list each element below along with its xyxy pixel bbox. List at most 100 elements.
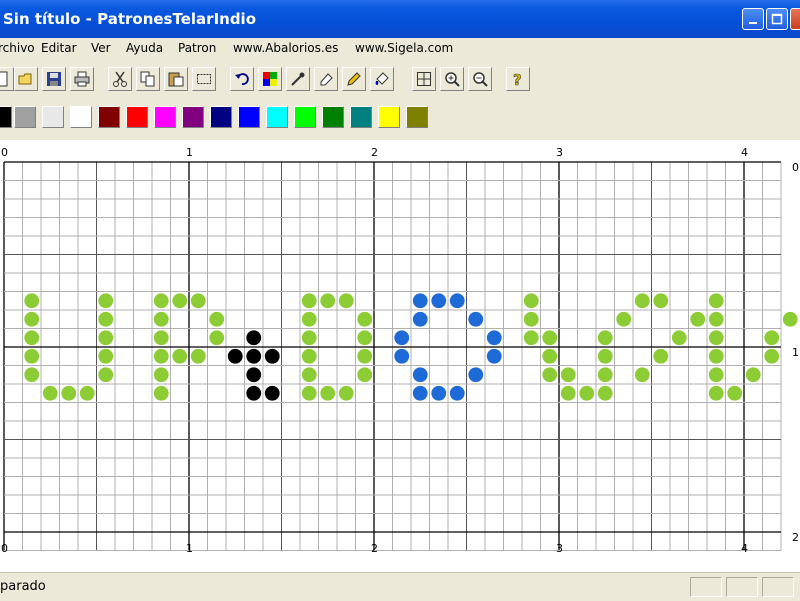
bead — [98, 367, 114, 383]
swatch-2[interactable] — [42, 106, 64, 128]
swatch-11[interactable] — [294, 106, 316, 128]
ruler-bottom-label: 1 — [186, 542, 193, 555]
bead — [597, 385, 613, 401]
toolbar: ? — [0, 60, 545, 98]
swatch-9[interactable] — [238, 106, 260, 128]
ruler-top-label: 3 — [556, 146, 563, 159]
swatch-12[interactable] — [322, 106, 344, 128]
bead — [98, 293, 114, 309]
bead — [153, 385, 169, 401]
bead — [320, 385, 336, 401]
bead — [357, 348, 373, 364]
bead — [24, 348, 40, 364]
bead — [412, 293, 428, 309]
bead — [24, 311, 40, 327]
menu-archivo[interactable]: rchivo — [0, 41, 35, 55]
bead — [153, 330, 169, 346]
color-picker-icon — [263, 72, 277, 86]
ruler-right-label: 2 — [792, 531, 799, 544]
menu-patron[interactable]: Patron — [178, 41, 216, 55]
bead — [246, 385, 262, 401]
menu-abalorios-link[interactable]: www.Abalorios.es — [233, 41, 338, 55]
bead — [468, 367, 484, 383]
eyedropper-button[interactable] — [286, 67, 310, 91]
bead — [542, 348, 558, 364]
save-button[interactable] — [42, 67, 66, 91]
bead — [764, 348, 780, 364]
status-panel-1 — [690, 577, 722, 597]
minimize-button[interactable] — [742, 8, 764, 30]
bead — [79, 385, 95, 401]
swatch-10[interactable] — [266, 106, 288, 128]
swatch-4[interactable] — [98, 106, 120, 128]
swatch-5[interactable] — [126, 106, 148, 128]
bead — [98, 311, 114, 327]
bead — [301, 293, 317, 309]
bead — [301, 311, 317, 327]
select-button[interactable] — [192, 67, 216, 91]
open-icon — [18, 73, 32, 85]
zoom-out-button[interactable] — [468, 67, 492, 91]
bead-grid[interactable]: 0 1 2 3 4 0 1 2 3 4 0 1 2 — [0, 140, 800, 572]
eyedropper-icon — [291, 72, 305, 86]
bead — [560, 367, 576, 383]
copy-button[interactable] — [136, 67, 160, 91]
bead — [24, 367, 40, 383]
help-button[interactable]: ? — [506, 67, 530, 91]
swatch-8[interactable] — [210, 106, 232, 128]
bead — [449, 385, 465, 401]
undo-icon — [235, 73, 249, 85]
bead — [153, 348, 169, 364]
new-button[interactable] — [0, 67, 14, 91]
bead — [597, 348, 613, 364]
bead — [523, 330, 539, 346]
ruler-bottom-label: 0 — [1, 542, 8, 555]
pattern-canvas[interactable]: 0 1 2 3 4 0 1 2 3 4 0 1 2 — [0, 140, 800, 572]
open-button[interactable] — [14, 67, 38, 91]
status-bar: parado — [0, 572, 800, 601]
close-button[interactable] — [790, 8, 800, 30]
bead — [653, 348, 669, 364]
zoom-in-button[interactable] — [440, 67, 464, 91]
color-picker-button[interactable] — [258, 67, 282, 91]
bead — [708, 311, 724, 327]
bead — [708, 330, 724, 346]
bead — [431, 293, 447, 309]
bead — [98, 330, 114, 346]
undo-button[interactable] — [230, 67, 254, 91]
swatch-14[interactable] — [378, 106, 400, 128]
bead — [153, 311, 169, 327]
bead — [357, 311, 373, 327]
swatch-0[interactable] — [0, 106, 12, 128]
cut-button[interactable] — [108, 67, 132, 91]
menu-ver[interactable]: Ver — [91, 41, 111, 55]
swatch-6[interactable] — [154, 106, 176, 128]
paste-button[interactable] — [164, 67, 188, 91]
bead — [301, 330, 317, 346]
ruler-bottom-label: 3 — [556, 542, 563, 555]
swatch-3[interactable] — [70, 106, 92, 128]
bead — [246, 348, 262, 364]
menu-ayuda[interactable]: Ayuda — [126, 41, 163, 55]
fill-button[interactable] — [370, 67, 394, 91]
menu-sigela-link[interactable]: www.Sigela.com — [355, 41, 453, 55]
grid-button[interactable] — [412, 67, 436, 91]
bead — [190, 348, 206, 364]
color-palette — [0, 99, 440, 137]
swatch-7[interactable] — [182, 106, 204, 128]
bead — [634, 293, 650, 309]
swatch-15[interactable] — [406, 106, 428, 128]
menu-editar[interactable]: Editar — [41, 41, 77, 55]
bead — [172, 348, 188, 364]
swatch-1[interactable] — [14, 106, 36, 128]
ruler-top-label: 1 — [186, 146, 193, 159]
maximize-button[interactable] — [766, 8, 788, 30]
swatch-13[interactable] — [350, 106, 372, 128]
status-text: parado — [0, 579, 46, 594]
ruler-right-label: 1 — [792, 346, 799, 359]
pencil-button[interactable] — [342, 67, 366, 91]
bead — [727, 385, 743, 401]
bead — [412, 311, 428, 327]
print-button[interactable] — [70, 67, 94, 91]
eraser-button[interactable] — [314, 67, 338, 91]
